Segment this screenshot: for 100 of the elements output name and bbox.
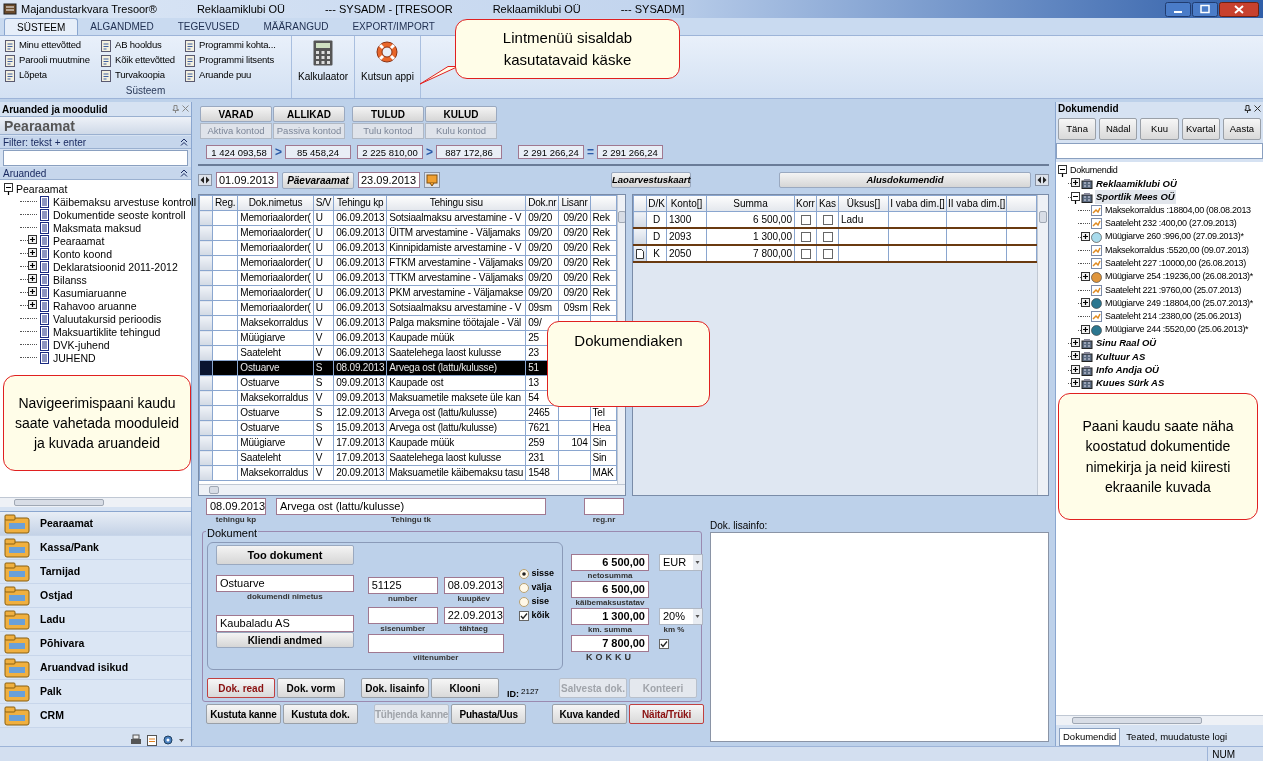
notepad-icon[interactable]: [146, 734, 158, 746]
panel-tab[interactable]: Teated, muudatuste logi: [1122, 728, 1232, 746]
tree-item[interactable]: Saateleht 232 :400,00 (27.09.2013): [1104, 217, 1238, 231]
input-field[interactable]: Ostuarve: [216, 575, 354, 592]
checked-checkbox[interactable]: [659, 638, 669, 649]
checkbox[interactable]: [822, 248, 833, 259]
column-header[interactable]: Kas: [816, 195, 839, 212]
collapse-section-icon[interactable]: [180, 138, 188, 146]
expand-icon[interactable]: [28, 234, 37, 247]
ribbon-tab[interactable]: TEGEVUSED: [165, 18, 252, 35]
checkbox[interactable]: [800, 248, 811, 259]
tree-item[interactable]: DVK-juhend: [53, 338, 110, 351]
totals-button[interactable]: TULUD: [352, 106, 424, 122]
ribbon-item[interactable]: Minu ettevõtted: [4, 38, 100, 53]
expand-icon[interactable]: [28, 260, 37, 273]
input-field[interactable]: [367, 607, 438, 624]
tree-item[interactable]: Sinu Raal OÜ: [1095, 336, 1158, 351]
form-button[interactable]: Klooni: [431, 678, 499, 698]
source-documents-button[interactable]: Alusdokumendid: [779, 172, 1031, 188]
gear-icon[interactable]: [162, 734, 174, 746]
checkbox[interactable]: [800, 214, 811, 225]
expand-icon[interactable]: [1071, 337, 1080, 350]
dropdown[interactable]: EUR: [659, 554, 703, 571]
expand-icon[interactable]: [1081, 230, 1090, 244]
tree-item[interactable]: Maksekorraldus :18804,00 (08.08.2013: [1104, 203, 1252, 218]
input-field[interactable]: Arvega ost (lattu/kulusse): [276, 498, 546, 515]
totals-button[interactable]: VARAD: [200, 106, 272, 122]
ribbon-tab[interactable]: EXPORT/IMPORT: [340, 18, 447, 35]
form-button[interactable]: Kuva kanded: [552, 704, 628, 724]
tree-item[interactable]: JUHEND: [53, 351, 96, 364]
column-header[interactable]: Tehingu kp: [333, 195, 387, 211]
input-field[interactable]: 7 800,00: [571, 635, 649, 652]
tree-item[interactable]: Maksuartiklite tehingud: [53, 325, 161, 338]
input-field[interactable]: [367, 634, 504, 653]
ribbon-item[interactable]: Parooli muutmine: [4, 53, 100, 68]
column-header[interactable]: Dok.nimetus: [237, 195, 314, 211]
ribbon-button[interactable]: Kalkulaator: [292, 36, 356, 98]
radio-button[interactable]: välja: [519, 581, 554, 594]
tree-item[interactable]: Saateleht 227 :10000,00 (26.08.2013): [1104, 257, 1247, 271]
tree-item[interactable]: Valuutakursid perioodis: [53, 312, 162, 325]
close-icon[interactable]: [1254, 104, 1261, 112]
maximize-icon[interactable]: [1192, 1, 1218, 17]
filter-field[interactable]: [3, 150, 188, 166]
tree-item[interactable]: Müügiarve 254 :19236,00 (26.08.2013)*: [1104, 270, 1255, 284]
tree-item[interactable]: Reklaamiklubi OÜ: [1095, 176, 1178, 192]
search-field[interactable]: [1056, 143, 1263, 159]
tree-item[interactable]: Pearaamat: [16, 182, 68, 195]
panel-tab[interactable]: Dokumendid: [1059, 728, 1121, 746]
input-field[interactable]: 08.09.2013: [206, 498, 266, 515]
module-button[interactable]: Pearaamat: [0, 512, 191, 536]
input-field[interactable]: 51125: [367, 577, 438, 594]
scroll-arrows-icon[interactable]: [1035, 174, 1049, 186]
form-button[interactable]: Kustuta dok.: [282, 704, 358, 724]
module-button[interactable]: Põhivara: [0, 632, 191, 656]
radio-button[interactable]: sisse: [519, 567, 554, 580]
column-header[interactable]: S/V: [313, 195, 334, 211]
totals-button[interactable]: ALLIKAD: [273, 106, 345, 122]
ribbon-item[interactable]: Programmi litsents: [184, 53, 290, 68]
ribbon-item[interactable]: Lõpeta: [4, 68, 100, 83]
expand-icon[interactable]: [1081, 323, 1090, 337]
checkbox[interactable]: [800, 231, 811, 242]
column-header[interactable]: Lisanr: [558, 195, 590, 211]
tree-item[interactable]: Dokumentide seoste kontroll: [53, 208, 186, 221]
column-header[interactable]: Summa: [706, 195, 795, 212]
column-header[interactable]: Dok.nr: [525, 195, 559, 211]
dropdown[interactable]: 20%: [659, 608, 703, 625]
horizontal-scrollbar[interactable]: [0, 497, 191, 507]
pin-icon[interactable]: [1244, 104, 1251, 113]
radio-button[interactable]: sise: [519, 595, 554, 608]
expand-icon[interactable]: [28, 273, 37, 286]
tree-item[interactable]: Konto koond: [53, 247, 112, 260]
form-button[interactable]: Dok. lisainfo: [361, 678, 429, 698]
collapse-icon[interactable]: [1071, 190, 1080, 204]
tree-item[interactable]: Kasumiaruanne: [53, 286, 127, 299]
horizontal-scrollbar[interactable]: [1056, 715, 1263, 725]
ribbon-button[interactable]: Kutsun appi: [355, 36, 421, 98]
ribbon-item[interactable]: AB hooldus: [100, 38, 184, 53]
collapse-icon[interactable]: [1058, 164, 1067, 178]
date-field[interactable]: 01.09.2013: [216, 172, 278, 188]
close-icon[interactable]: [1219, 1, 1259, 17]
input-field[interactable]: [584, 498, 624, 515]
tree-item[interactable]: Kuues Sürk AS: [1095, 376, 1166, 391]
ribbon-item[interactable]: Turvakoopia: [100, 68, 184, 83]
form-button[interactable]: Kustuta kanne: [206, 704, 281, 724]
column-header[interactable]: II vaba dim.[]: [946, 195, 1007, 212]
tree-item[interactable]: Saateleht 214 :2380,00 (25.06.2013): [1104, 310, 1243, 324]
fetch-document-button[interactable]: Too dokument: [216, 545, 354, 565]
input-field[interactable]: 6 500,00: [571, 554, 649, 571]
column-header[interactable]: Konto[]: [666, 195, 707, 212]
form-button[interactable]: Puhasta/Uus: [451, 704, 527, 724]
module-button[interactable]: Ladu: [0, 608, 191, 632]
tree-item[interactable]: Pearaamat: [53, 234, 105, 247]
column-header[interactable]: Üksus[]: [838, 195, 889, 212]
period-button[interactable]: Kuu: [1140, 118, 1179, 140]
printer-icon[interactable]: [130, 734, 142, 746]
period-button[interactable]: Nädal: [1099, 118, 1138, 140]
module-button[interactable]: CRM: [0, 704, 191, 728]
ribbon-tab[interactable]: MÄÄRANGUD: [251, 18, 341, 35]
tree-item[interactable]: Maksmata maksud: [53, 221, 142, 234]
tree-item[interactable]: Info Andja OÜ: [1095, 363, 1160, 378]
